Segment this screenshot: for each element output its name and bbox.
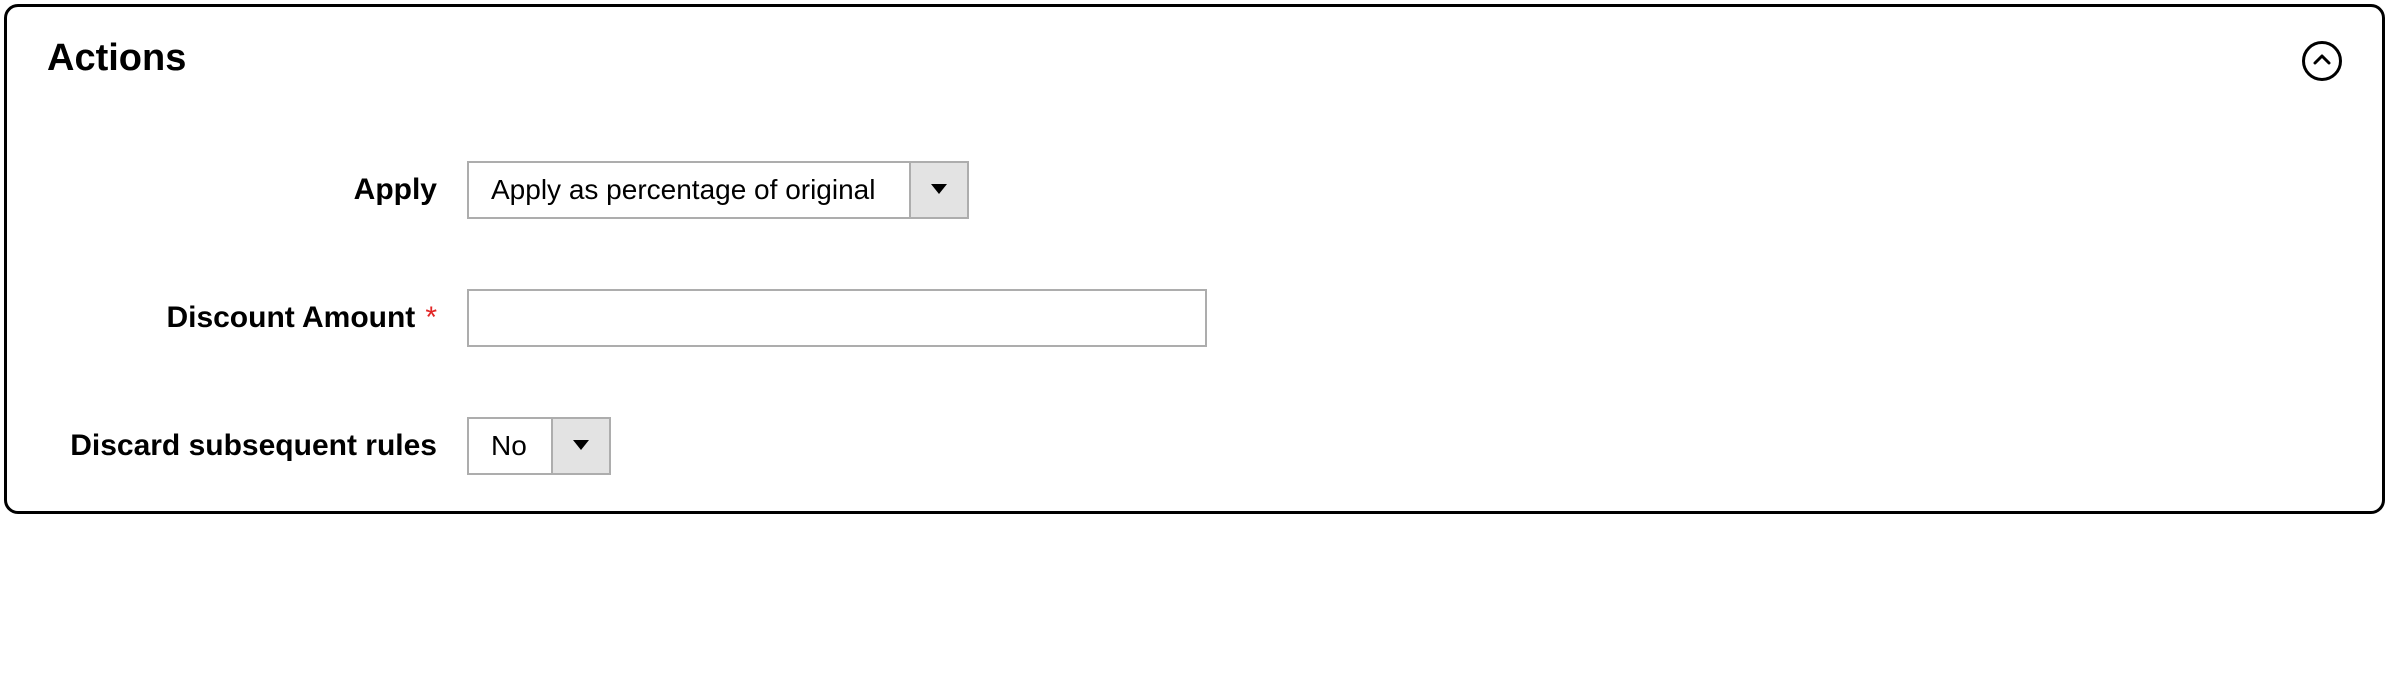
discard-rules-row: Discard subsequent rules No: [47, 417, 2342, 475]
discard-rules-select-value: No: [469, 419, 551, 473]
collapse-toggle-button[interactable]: [2302, 41, 2342, 81]
caret-down-icon: [573, 437, 589, 455]
apply-control-wrap: Apply as percentage of original: [467, 161, 2342, 219]
discount-amount-row: Discount Amount *: [47, 289, 2342, 347]
panel-header: Actions: [47, 37, 2342, 81]
actions-panel: Actions Apply Apply as percentage of ori…: [4, 4, 2385, 514]
apply-row: Apply Apply as percentage of original: [47, 161, 2342, 219]
caret-down-icon: [931, 181, 947, 199]
panel-title: Actions: [47, 37, 186, 80]
discard-rules-label: Discard subsequent rules: [47, 429, 467, 463]
apply-select[interactable]: Apply as percentage of original: [467, 161, 969, 219]
required-asterisk-icon: *: [425, 301, 437, 335]
apply-select-value: Apply as percentage of original: [469, 163, 909, 217]
discount-amount-label: Discount Amount *: [47, 301, 467, 335]
discard-rules-select-arrow: [551, 419, 609, 473]
apply-select-arrow: [909, 163, 967, 217]
discard-rules-control-wrap: No: [467, 417, 2342, 475]
discount-amount-label-text: Discount Amount: [166, 301, 415, 335]
discard-rules-label-text: Discard subsequent rules: [70, 429, 437, 463]
discount-amount-input[interactable]: [467, 289, 1207, 347]
discount-amount-control-wrap: [467, 289, 2342, 347]
discard-rules-select[interactable]: No: [467, 417, 611, 475]
form-rows: Apply Apply as percentage of original: [47, 161, 2342, 475]
apply-label: Apply: [47, 173, 467, 207]
chevron-up-icon: [2313, 54, 2331, 69]
apply-label-text: Apply: [354, 173, 437, 207]
